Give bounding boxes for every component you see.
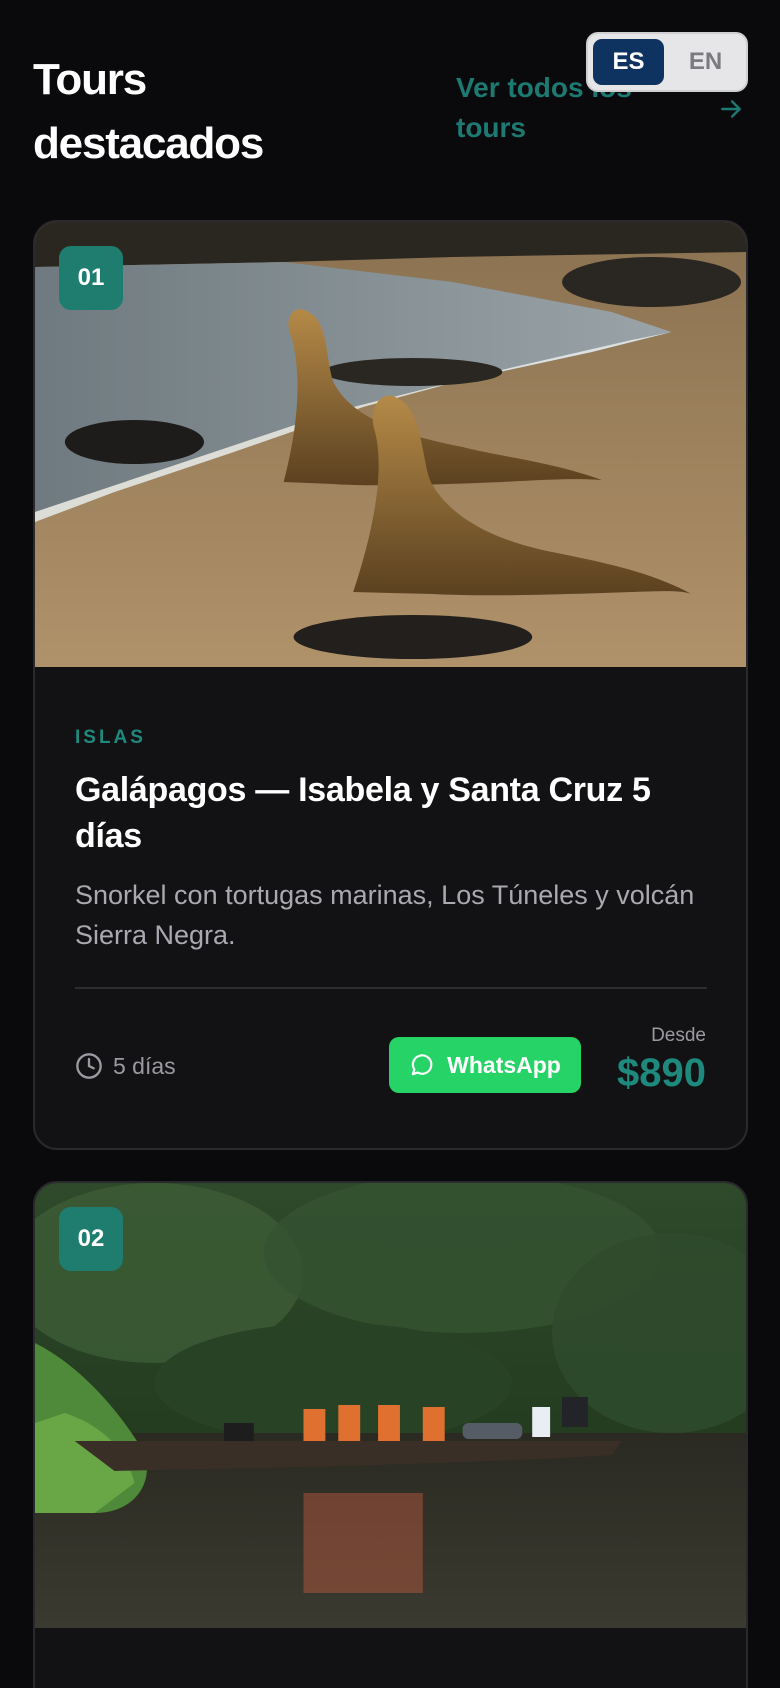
- tour-number-badge: 02: [59, 1207, 123, 1271]
- tour-category: ISLAS: [75, 727, 146, 748]
- arrow-right-icon[interactable]: [718, 96, 744, 122]
- page: Tours destacados Ver todos los tours ES …: [0, 0, 780, 1688]
- tour-description: Snorkel con tortugas marinas, Los Túnele…: [75, 880, 695, 950]
- tour-image: 01: [35, 222, 746, 667]
- lang-en-button[interactable]: EN: [670, 39, 741, 85]
- duration-label: 5 días: [113, 1052, 176, 1079]
- lang-es-button[interactable]: ES: [593, 39, 664, 85]
- price-label: Desde: [651, 1025, 706, 1046]
- tour-card[interactable]: 01 ISLAS Galápagos — Isabela y Santa Cru…: [33, 220, 748, 1150]
- page-title: Tours destacados: [33, 55, 264, 168]
- divider: [75, 987, 707, 989]
- tour-card[interactable]: 02: [33, 1181, 748, 1688]
- tour-price: $890: [617, 1051, 706, 1095]
- whatsapp-button-label: WhatsApp: [447, 1051, 561, 1078]
- tour-image: 02: [35, 1183, 746, 1628]
- tour-duration: 5 días: [75, 1052, 176, 1080]
- sea-lions-beach-icon: [35, 222, 746, 667]
- tour-number-badge: 01: [59, 246, 123, 310]
- whatsapp-button[interactable]: WhatsApp: [389, 1037, 581, 1093]
- language-toggle: ES EN: [586, 32, 748, 92]
- clock-icon: [76, 1053, 102, 1079]
- whatsapp-icon: [411, 1054, 433, 1076]
- jungle-river-canoe-icon: [35, 1183, 746, 1628]
- tour-title[interactable]: Galápagos — Isabela y Santa Cruz 5 días: [75, 767, 715, 859]
